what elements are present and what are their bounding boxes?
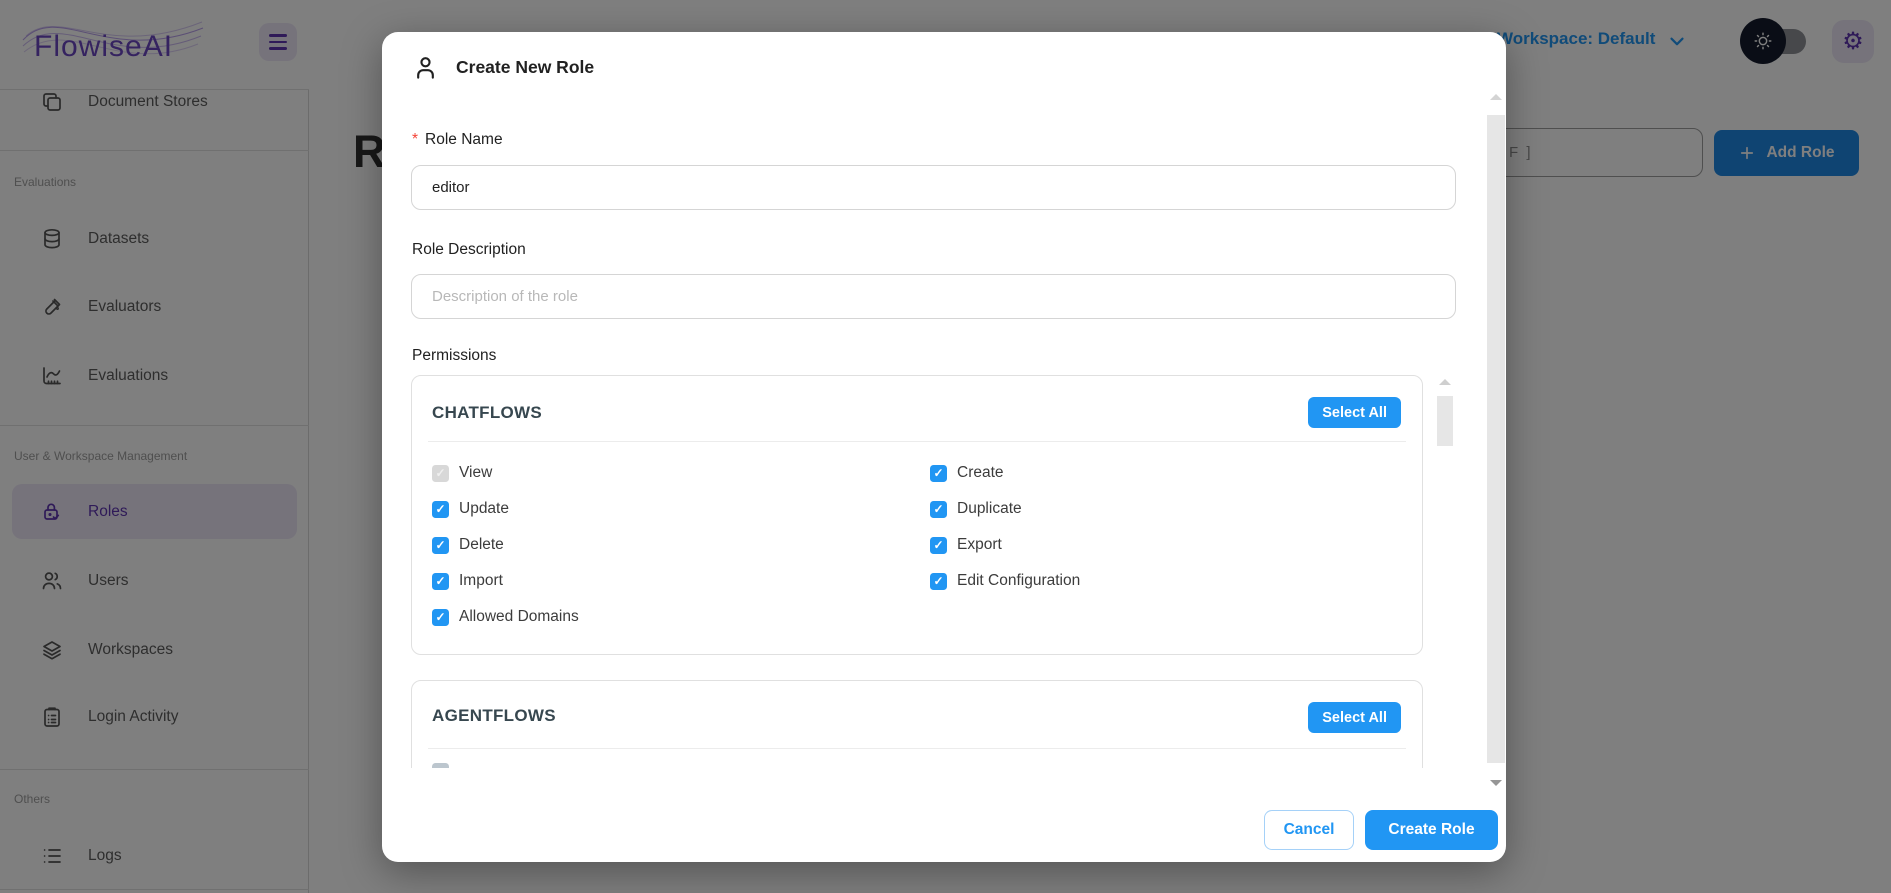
permission-row: ✓ View bbox=[432, 463, 492, 483]
role-description-input[interactable] bbox=[411, 274, 1456, 319]
permission-row: ✓ Duplicate bbox=[930, 499, 1022, 519]
checkbox-label: Update bbox=[459, 500, 509, 518]
clipped-checkbox bbox=[432, 763, 449, 768]
role-name-input[interactable] bbox=[411, 165, 1456, 210]
permission-row: ✓ Update bbox=[432, 499, 509, 519]
checkbox-label: Export bbox=[957, 536, 1002, 554]
dialog-title: Create New Role bbox=[456, 57, 594, 78]
permission-row: ✓ Export bbox=[930, 535, 1002, 555]
select-all-button[interactable]: Select All bbox=[1308, 397, 1401, 428]
create-role-button[interactable]: Create Role bbox=[1365, 810, 1498, 850]
checked-checkbox[interactable]: ✓ bbox=[432, 537, 449, 554]
scroll-up-icon[interactable] bbox=[1490, 94, 1502, 100]
scroll-clip: AGENTFLOWS Select All bbox=[411, 680, 1425, 768]
scroll-down-icon[interactable] bbox=[1490, 780, 1502, 786]
create-role-dialog: Create New Role *Role Name Role Descript… bbox=[382, 32, 1506, 862]
checkbox-label: Import bbox=[459, 572, 503, 590]
permission-row: ✓ Import bbox=[432, 571, 503, 591]
permissions-label: Permissions bbox=[412, 347, 496, 365]
modal-scrollbar-thumb[interactable] bbox=[1487, 115, 1505, 763]
permission-row: ✓ Create bbox=[930, 463, 1004, 483]
person-icon bbox=[412, 54, 439, 81]
checked-checkbox[interactable]: ✓ bbox=[432, 501, 449, 518]
group-divider bbox=[428, 441, 1406, 442]
dialog-header: Create New Role bbox=[412, 54, 594, 81]
permission-row: ✓ Edit Configuration bbox=[930, 571, 1080, 591]
permission-row: ✓ Delete bbox=[432, 535, 504, 555]
role-name-label: *Role Name bbox=[412, 131, 503, 149]
scroll-up-icon[interactable] bbox=[1439, 379, 1451, 385]
checked-checkbox[interactable]: ✓ bbox=[930, 537, 947, 554]
group-divider bbox=[428, 748, 1406, 749]
checked-checkbox[interactable]: ✓ bbox=[930, 501, 947, 518]
checkbox-label: View bbox=[459, 464, 492, 482]
checked-checkbox[interactable]: ✓ bbox=[432, 573, 449, 590]
checked-checkbox[interactable]: ✓ bbox=[930, 573, 947, 590]
role-description-label: Role Description bbox=[412, 241, 526, 259]
group-title: AGENTFLOWS bbox=[432, 706, 556, 726]
group-title: CHATFLOWS bbox=[432, 403, 542, 423]
checkbox-label: Duplicate bbox=[957, 500, 1022, 518]
permissions-scrollbar-thumb[interactable] bbox=[1437, 396, 1453, 446]
checkbox-label: Allowed Domains bbox=[459, 608, 579, 626]
checked-checkbox[interactable]: ✓ bbox=[432, 609, 449, 626]
cancel-button[interactable]: Cancel bbox=[1264, 810, 1354, 850]
permission-group-chatflows: CHATFLOWS Select All ✓ View ✓ Update ✓ Delete… bbox=[411, 375, 1423, 655]
checkbox-label: Create bbox=[957, 464, 1004, 482]
checkbox-label: Edit Configuration bbox=[957, 572, 1080, 590]
required-asterisk: * bbox=[412, 131, 418, 148]
permission-group-agentflows: AGENTFLOWS Select All bbox=[411, 680, 1423, 768]
checkbox-label: Delete bbox=[459, 536, 504, 554]
checked-checkbox[interactable]: ✓ bbox=[930, 465, 947, 482]
app-root: Document Stores Evaluations Datasets Eva… bbox=[0, 0, 1891, 893]
permission-row: ✓ Allowed Domains bbox=[432, 607, 579, 627]
select-all-button[interactable]: Select All bbox=[1308, 702, 1401, 733]
disabled-checked-checkbox: ✓ bbox=[432, 465, 449, 482]
